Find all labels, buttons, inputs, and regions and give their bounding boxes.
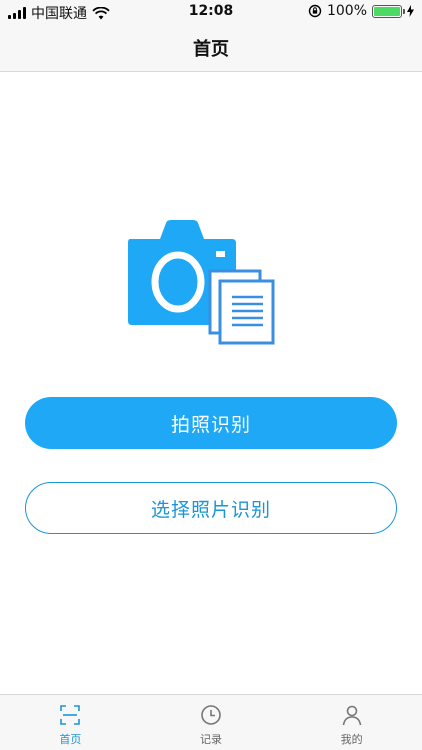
rotation-lock-icon — [308, 4, 322, 18]
status-right: 100% — [308, 3, 414, 19]
choose-photo-recognize-label: 选择照片识别 — [150, 498, 271, 521]
camera-document-icon — [128, 220, 275, 345]
tab-bar: 首页 记录 我的 — [0, 694, 422, 750]
battery-icon — [372, 4, 405, 18]
battery-percent: 100% — [326, 3, 367, 19]
tab-mine[interactable]: 我的 — [281, 695, 422, 750]
take-photo-recognize-button[interactable]: 拍照识别 — [25, 397, 397, 449]
tab-mine-label: 我的 — [340, 733, 363, 746]
take-photo-recognize-label: 拍照识别 — [170, 413, 251, 436]
clock-icon — [201, 705, 221, 725]
tab-home[interactable]: 首页 — [0, 695, 141, 750]
charging-icon — [407, 5, 414, 17]
choose-photo-recognize-button[interactable]: 选择照片识别 — [25, 482, 397, 534]
tab-records-label: 记录 — [200, 733, 222, 746]
status-bar: 中国联通 12:08 100% — [0, 0, 422, 24]
page-title: 首页 — [193, 38, 229, 60]
person-icon — [342, 705, 361, 726]
navigation-bar: 首页 — [0, 24, 422, 72]
tab-records[interactable]: 记录 — [141, 695, 282, 750]
camera-flash — [216, 251, 225, 257]
tab-home-label: 首页 — [59, 733, 82, 746]
scan-icon — [60, 705, 81, 725]
